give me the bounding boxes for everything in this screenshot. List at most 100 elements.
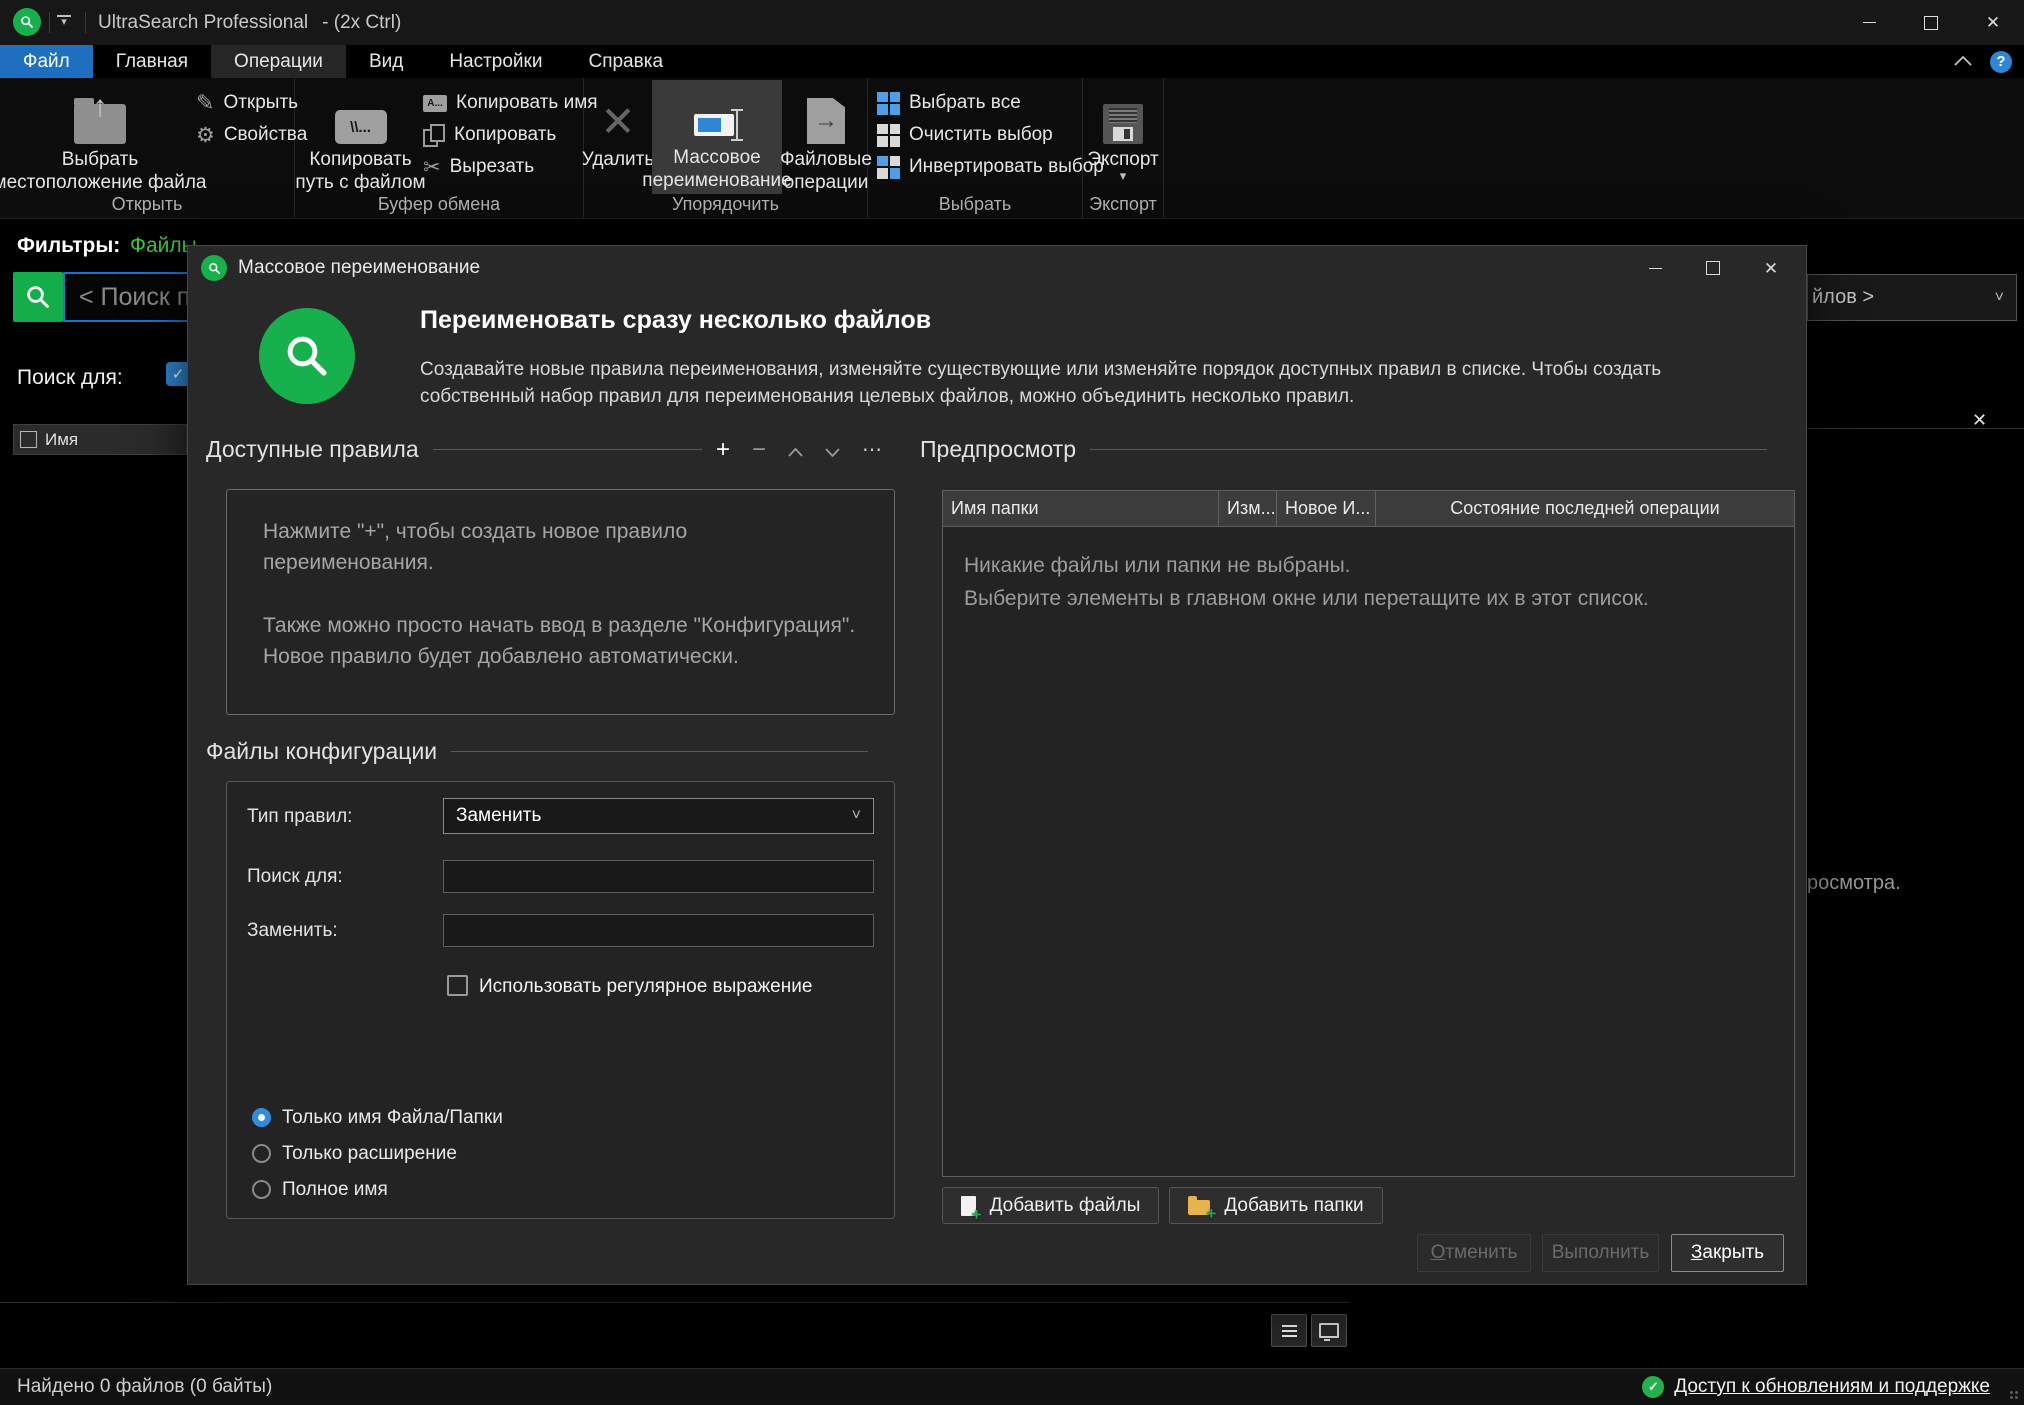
copy-button[interactable]: Копировать <box>423 119 556 151</box>
dialog-close-button[interactable]: ✕ <box>1742 248 1800 288</box>
section-divider <box>1090 449 1767 450</box>
tab-operations[interactable]: Операции <box>211 45 346 78</box>
export-button[interactable]: Экспорт ▾ <box>1090 82 1156 181</box>
section-divider <box>433 449 702 450</box>
select-all-button[interactable]: Выбрать все <box>877 87 1021 119</box>
file-operations-button[interactable]: → Файловые операции <box>787 82 865 194</box>
tab-view[interactable]: Вид <box>346 45 426 78</box>
resize-grip[interactable] <box>2009 1390 2019 1400</box>
preview-pane-toggle-button[interactable] <box>1311 1314 1347 1347</box>
copy-name-icon: A... <box>423 95 447 112</box>
ribbon-group-open: ↑ Выбрать местоположение файла ✎ Открыть… <box>0 78 295 218</box>
maximize-icon <box>1924 16 1938 30</box>
delete-button[interactable]: ✕ Удалить <box>587 82 649 171</box>
copy-path-button[interactable]: \\... Копировать путь с файлом <box>303 82 418 194</box>
dropdown-value-fragment: йлов > <box>1812 286 1874 309</box>
configuration-box: Тип правил: Заменить ˅ Поиск для: Замени… <box>226 781 895 1219</box>
open-button[interactable]: ✎ Открыть <box>196 87 298 119</box>
mass-rename-dialog: Массовое переименование ✕ Переименовать … <box>187 245 1807 1285</box>
preview-empty-state: Никакие файлы или папки не выбраны. Выбе… <box>943 527 1794 615</box>
copy-name-button[interactable]: A... Копировать имя <box>423 87 598 119</box>
available-rules-title: Доступные правила <box>206 436 419 463</box>
panel-close-icon[interactable]: ✕ <box>1972 410 1987 431</box>
floppy-disk-icon <box>1103 104 1143 144</box>
select-file-location-button[interactable]: ↑ Выбрать местоположение файла <box>13 82 187 194</box>
collapse-ribbon-icon[interactable] <box>1954 53 1972 71</box>
search-button[interactable] <box>13 272 63 322</box>
app-logo-icon <box>13 8 41 36</box>
select-all-checkbox[interactable] <box>20 431 37 448</box>
invert-selection-button[interactable]: Инвертировать выбор <box>877 151 1104 183</box>
chevron-down-icon: ˅ <box>1995 289 2004 307</box>
column-folder-name[interactable]: Имя папки <box>943 491 1219 526</box>
quick-access-dropdown-icon[interactable]: ▾ <box>57 15 71 26</box>
search-icon <box>23 282 53 312</box>
cancel-button[interactable]: Отменить <box>1417 1234 1531 1272</box>
grid-all-blue-icon <box>877 92 900 115</box>
pencil-document-icon: ✎ <box>196 90 214 116</box>
export-dropdown-icon: ▾ <box>1120 171 1127 181</box>
maximize-button[interactable] <box>1900 0 1962 45</box>
support-link[interactable]: Доступ к обновлениям и поддержке <box>1674 1376 1990 1398</box>
rule-type-dropdown[interactable]: Заменить ˅ <box>443 798 874 834</box>
folder-up-icon: ↑ <box>74 104 126 144</box>
window-title: UltraSearch Professional- (2x Ctrl) <box>98 0 401 45</box>
tab-settings[interactable]: Настройки <box>426 45 565 78</box>
copy-pages-icon <box>423 124 445 147</box>
help-icon[interactable]: ? <box>1990 51 2012 73</box>
tab-file[interactable]: Файл <box>0 45 93 78</box>
column-new-name[interactable]: Новое И... <box>1277 491 1376 526</box>
dialog-maximize-button[interactable] <box>1684 248 1742 288</box>
add-folder-icon: + <box>1188 1200 1210 1215</box>
titlebar-separator <box>49 12 50 33</box>
maximize-icon <box>1706 261 1720 275</box>
more-options-button[interactable]: ⋯ <box>862 443 882 457</box>
chevron-down-icon: ˅ <box>852 807 861 825</box>
regex-checkbox[interactable] <box>447 975 468 996</box>
search-for-label: Поиск для: <box>17 366 123 390</box>
radio-extension-only[interactable] <box>252 1144 271 1163</box>
move-rule-down-button[interactable] <box>825 436 840 463</box>
group-label-select: Выбрать <box>868 194 1082 215</box>
ribbon: ↑ Выбрать местоположение файла ✎ Открыть… <box>0 78 2024 219</box>
move-rule-up-button[interactable] <box>788 436 803 463</box>
rule-type-value: Заменить <box>456 805 541 827</box>
add-rule-button[interactable]: + <box>716 440 730 460</box>
close-button[interactable]: ✕ <box>1962 0 2024 45</box>
execute-button[interactable]: Выполнить <box>1542 1234 1659 1272</box>
radio-name-only[interactable] <box>252 1108 271 1127</box>
tab-help[interactable]: Справка <box>565 45 686 78</box>
regex-label: Использовать регулярное выражение <box>479 976 812 998</box>
config-search-input[interactable] <box>443 860 874 893</box>
add-files-button[interactable]: + Добавить файлы <box>942 1187 1159 1224</box>
config-replace-label: Заменить: <box>247 920 338 942</box>
check-icon: ✓ <box>172 365 185 383</box>
dialog-minimize-button[interactable] <box>1626 248 1684 288</box>
radio-name-only-label: Только имя Файла/Папки <box>282 1107 503 1129</box>
section-divider <box>451 751 868 752</box>
add-file-icon: + <box>961 1196 976 1216</box>
column-header-name[interactable]: Имя <box>13 424 187 455</box>
rules-list-box[interactable]: Нажмите "+", чтобы создать новое правило… <box>226 489 895 715</box>
clear-selection-button[interactable]: Очистить выбор <box>877 119 1053 151</box>
column-last-operation-status[interactable]: Состояние последней операции <box>1376 491 1794 526</box>
list-view-toggle-button[interactable] <box>1271 1314 1307 1347</box>
close-dialog-button[interactable]: Закрыть <box>1671 1234 1784 1272</box>
ribbon-group-select: Выбрать все Очистить выбор Инвертировать… <box>868 78 1083 218</box>
config-replace-input[interactable] <box>443 914 874 947</box>
mass-rename-button[interactable]: Массовое переименование <box>652 80 782 194</box>
result-count-dropdown[interactable]: йлов > ˅ <box>1807 274 2017 321</box>
column-changed[interactable]: Изм... <box>1219 491 1277 526</box>
remove-rule-button[interactable]: − <box>752 440 766 460</box>
cut-button[interactable]: ✂ Вырезать <box>423 151 534 183</box>
add-folders-button[interactable]: + Добавить папки <box>1169 1187 1383 1224</box>
preview-table[interactable]: Имя папки Изм... Новое И... Состояние по… <box>942 490 1795 1177</box>
grid-outline-icon <box>877 124 900 147</box>
radio-full-name-label: Полное имя <box>282 1179 388 1201</box>
properties-button[interactable]: ⚙ Свойства <box>196 119 307 151</box>
tab-home[interactable]: Главная <box>93 45 211 78</box>
radio-full-name[interactable] <box>252 1180 271 1199</box>
gear-document-icon: ⚙ <box>196 123 215 148</box>
section-available-rules: Доступные правила + − ⋯ <box>206 436 882 463</box>
minimize-button[interactable] <box>1838 0 1900 45</box>
